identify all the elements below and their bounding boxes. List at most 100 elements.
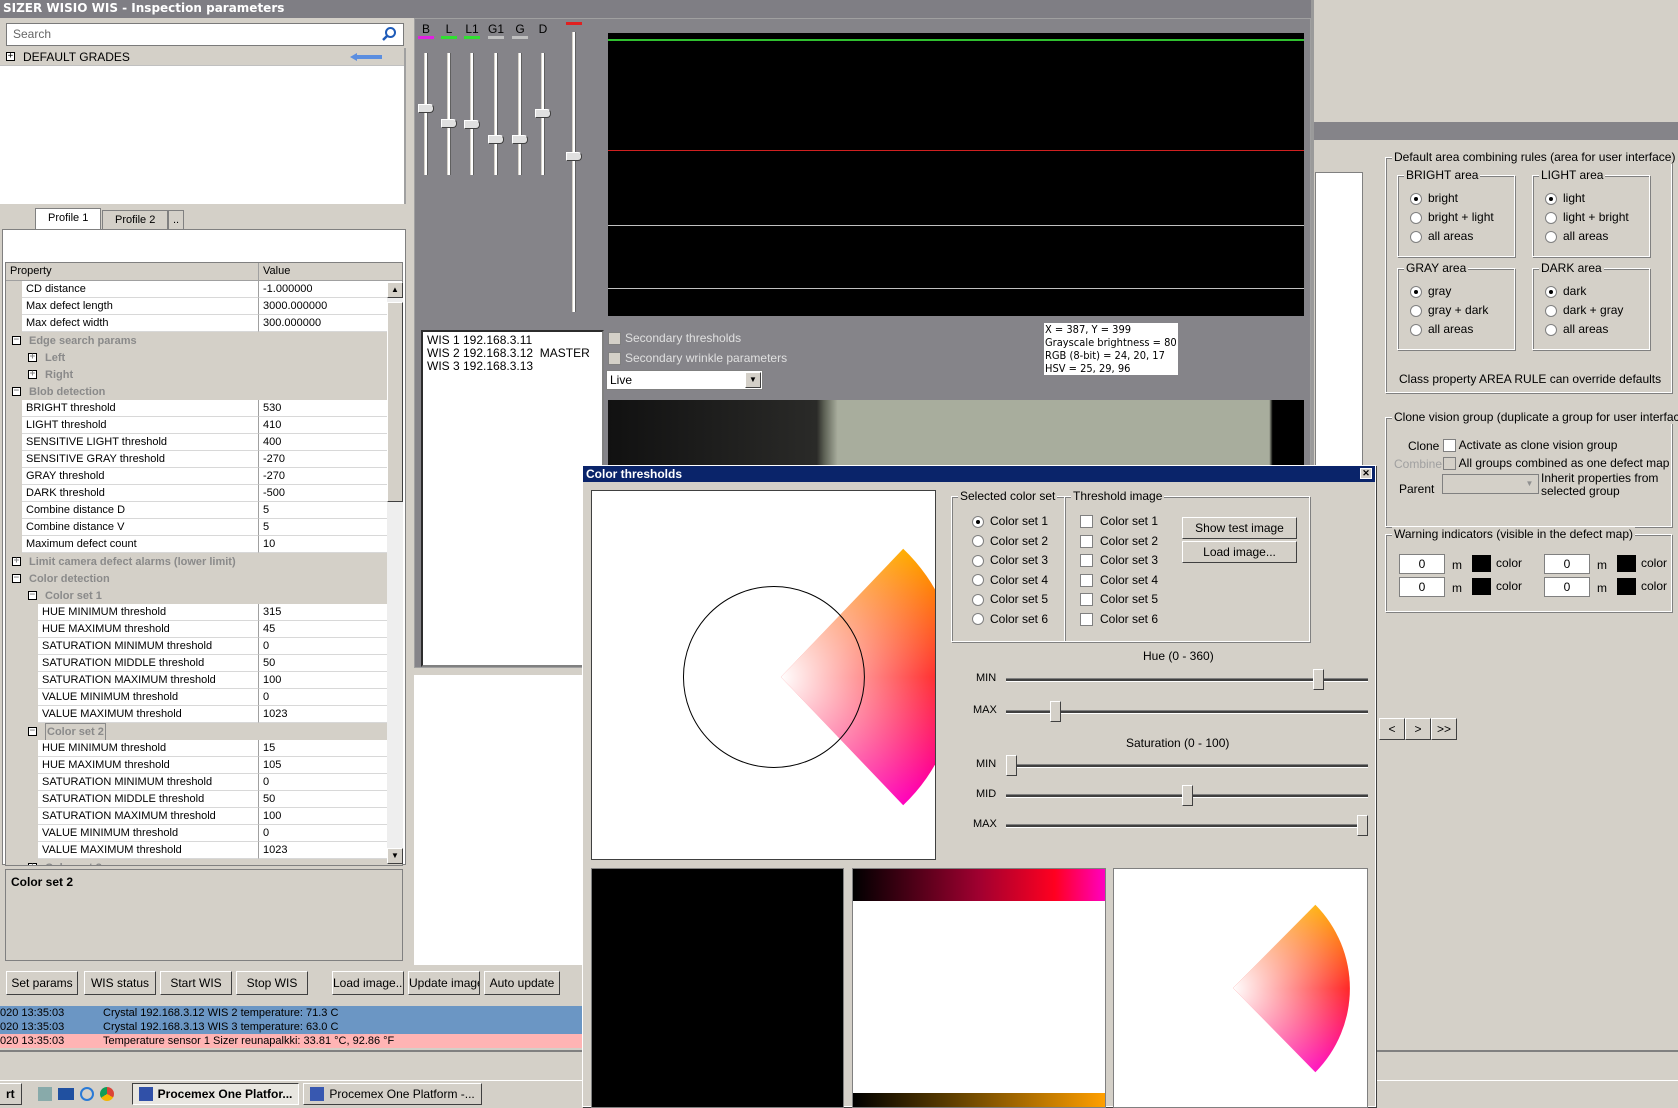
checkbox[interactable] xyxy=(1080,573,1093,587)
start-wis-button[interactable]: Start WIS xyxy=(160,971,232,995)
grid-row[interactable]: SENSITIVE LIGHT threshold 400 xyxy=(6,434,402,451)
grid-row[interactable]: SENSITIVE GRAY threshold -270 xyxy=(6,451,402,468)
area-radio-option[interactable]: all areas xyxy=(1545,322,1608,336)
stop-wis-button[interactable]: Stop WIS xyxy=(236,971,308,995)
property-grid-scrollbar[interactable]: ▲ ▼ xyxy=(387,282,403,864)
column-header-value[interactable]: Value xyxy=(259,263,294,280)
property-value[interactable]: 3000.000000 xyxy=(259,298,402,315)
slider-thumb-l1[interactable] xyxy=(464,120,480,130)
sat-max-slider-thumb[interactable] xyxy=(1357,815,1368,836)
property-value[interactable]: 5 xyxy=(259,519,402,536)
combine-checkbox[interactable]: All groups combined as one defect map xyxy=(1443,456,1669,471)
color-set-radio-6[interactable]: Color set 6 xyxy=(972,612,1048,626)
hue-saturation-wheel[interactable] xyxy=(591,490,936,860)
radio-button[interactable] xyxy=(1410,211,1422,224)
area-radio-option[interactable]: light + bright xyxy=(1545,210,1629,224)
property-value[interactable]: -270 xyxy=(259,468,402,485)
color-set-radio-3[interactable]: Color set 3 xyxy=(972,553,1048,567)
grid-row[interactable]: Combine distance D5 xyxy=(6,502,402,519)
property-value[interactable]: 105 xyxy=(259,757,402,774)
radio-button[interactable] xyxy=(1410,192,1422,205)
sat-min-slider-thumb[interactable] xyxy=(1006,755,1017,776)
collapse-icon[interactable]: − xyxy=(12,574,21,583)
scroll-thumb[interactable] xyxy=(387,302,403,502)
property-value[interactable]: 0 xyxy=(259,774,402,791)
area-radio-option[interactable]: all areas xyxy=(1545,229,1608,243)
collapse-icon[interactable]: − xyxy=(12,336,21,345)
clone-checkbox[interactable]: Activate as clone vision group xyxy=(1443,438,1617,453)
threshold-image-checkbox-6[interactable]: Color set 6 xyxy=(1080,612,1158,626)
load-image-dialog-button[interactable]: Load image... xyxy=(1182,541,1297,563)
wis-status-button[interactable]: WIS status xyxy=(84,971,156,995)
property-value[interactable]: 0 xyxy=(259,638,402,655)
wis-list-item[interactable]: WIS 3 192.168.3.13 xyxy=(427,360,598,373)
area-radio-option[interactable]: light xyxy=(1545,191,1585,205)
slider-track-l[interactable] xyxy=(447,53,451,175)
radio-button[interactable] xyxy=(1410,323,1422,336)
tab-more[interactable]: .. xyxy=(168,210,185,230)
collapse-icon[interactable]: − xyxy=(28,727,37,736)
prev-page-button[interactable]: < xyxy=(1379,718,1405,740)
property-value[interactable]: 50 xyxy=(259,655,402,672)
slider-track-l1[interactable] xyxy=(470,53,474,175)
slider-thumb-b[interactable] xyxy=(418,104,434,114)
grid-row[interactable]: SATURATION MAXIMUM threshold 100 xyxy=(6,808,402,825)
property-value[interactable]: 300.000000 xyxy=(259,315,402,332)
area-radio-option[interactable]: bright + light xyxy=(1410,210,1494,224)
warning-color-swatch[interactable] xyxy=(1472,555,1491,572)
collapse-icon[interactable]: − xyxy=(12,387,21,396)
radio-button[interactable] xyxy=(1410,230,1422,243)
main-slider-track[interactable] xyxy=(572,32,576,312)
checkbox[interactable] xyxy=(1080,612,1093,626)
next-page-button[interactable]: > xyxy=(1405,718,1431,740)
log-entry[interactable]: 020 13:35:03 Crystal 192.168.3.12 WIS 2 t… xyxy=(0,1006,582,1020)
property-value[interactable]: 400 xyxy=(259,434,402,451)
threshold-image-checkbox-2[interactable]: Color set 2 xyxy=(1080,534,1158,548)
property-value[interactable]: 1023 xyxy=(259,842,402,859)
scroll-down-icon[interactable]: ▼ xyxy=(387,848,403,864)
tab-profile-2[interactable]: Profile 2 xyxy=(102,210,169,230)
slider-thumb-g[interactable] xyxy=(512,134,528,144)
grid-row[interactable]: SATURATION MINIMUM threshold 0 xyxy=(6,638,402,655)
warning-distance-input[interactable]: 0 xyxy=(1399,554,1445,574)
task-procemex-2[interactable]: Procemex One Platform -... xyxy=(303,1083,482,1105)
show-test-image-button[interactable]: Show test image xyxy=(1182,517,1297,539)
warning-distance-input[interactable]: 0 xyxy=(1544,554,1590,574)
hue-min-slider-thumb[interactable] xyxy=(1313,669,1325,690)
scroll-up-icon[interactable]: ▲ xyxy=(387,282,403,298)
search-input[interactable]: Search xyxy=(6,23,404,46)
grid-row[interactable]: HUE MINIMUM threshold 15 xyxy=(6,740,402,757)
slider-thumb-d[interactable] xyxy=(535,109,551,119)
property-value[interactable]: 5 xyxy=(259,502,402,519)
chrome-icon[interactable] xyxy=(99,1087,114,1101)
area-radio-option[interactable]: bright xyxy=(1410,191,1458,205)
log-entry[interactable]: 020 13:35:03 Temperature sensor 1 Sizer r… xyxy=(0,1034,582,1048)
warning-distance-input[interactable]: 0 xyxy=(1544,577,1590,597)
tab-profile-1[interactable]: Profile 1 xyxy=(35,208,102,230)
area-radio-option[interactable]: all areas xyxy=(1410,322,1473,336)
sat-min-slider-track[interactable] xyxy=(1006,764,1368,768)
sat-max-slider-track[interactable] xyxy=(1006,824,1368,828)
property-value[interactable]: 10 xyxy=(259,536,402,553)
radio-button[interactable] xyxy=(972,593,984,606)
set-params-button[interactable]: Set params xyxy=(6,971,78,995)
grid-row[interactable]: HUE MAXIMUM threshold 45 xyxy=(6,621,402,638)
grid-row[interactable]: SATURATION MAXIMUM threshold 100 xyxy=(6,672,402,689)
grid-category[interactable]: + Limit camera defect alarms (lower limit… xyxy=(6,553,402,570)
area-radio-option[interactable]: gray xyxy=(1410,284,1451,298)
grid-row[interactable]: LIGHT threshold 410 xyxy=(6,417,402,434)
grid-category[interactable]: − Color set 1 xyxy=(6,587,402,604)
grid-row[interactable]: CD distance -1.000000 xyxy=(6,281,402,298)
ie-browser-icon[interactable] xyxy=(79,1087,94,1101)
radio-button[interactable] xyxy=(1410,304,1422,317)
grid-row[interactable]: Maximum defect count 10 xyxy=(6,536,402,553)
grid-row[interactable]: VALUE MAXIMUM threshold 1023 xyxy=(6,842,402,859)
grid-row[interactable]: Max defect width 300.000000 xyxy=(6,315,402,332)
checkbox[interactable] xyxy=(1080,554,1093,568)
search-icon[interactable] xyxy=(381,26,397,42)
grid-row[interactable]: VALUE MINIMUM threshold 0 xyxy=(6,689,402,706)
property-value[interactable]: 315 xyxy=(259,604,402,621)
tree-item-default-grades[interactable]: + DEFAULT GRADES xyxy=(0,48,404,66)
grid-row[interactable]: HUE MAXIMUM threshold 105 xyxy=(6,757,402,774)
property-value[interactable]: 50 xyxy=(259,791,402,808)
